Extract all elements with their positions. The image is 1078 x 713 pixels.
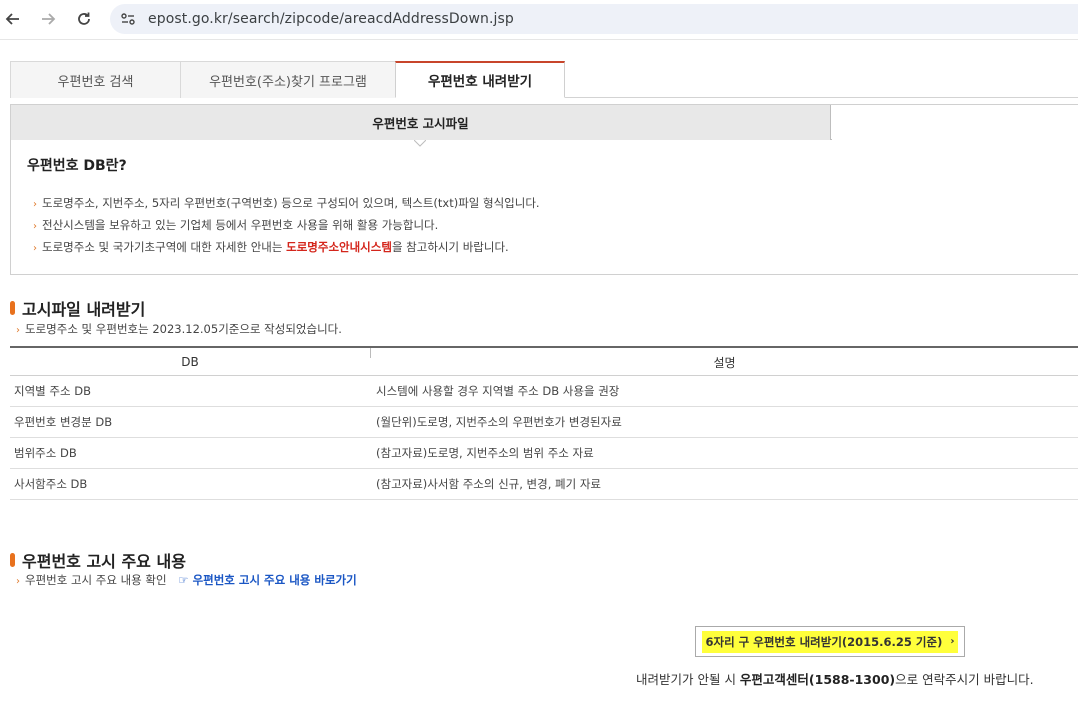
header-db: DB <box>181 355 199 369</box>
chevron-right-icon: › <box>33 243 37 254</box>
db-description: (월단위)도로명, 지번주소의 우편번호가 변경된자료 <box>376 415 622 429</box>
info-title: 우편번호 DB란? <box>27 158 127 174</box>
db-name: 지역별 주소 DB <box>14 384 91 398</box>
info-line-2: › 전산시스템을 보유하고 있는 기업체 등에서 우편번호 사용을 위해 활용 가… <box>33 217 438 233</box>
info-line-1: › 도로명주소, 지번주소, 5자리 우편번호(구역번호) 등으로 구성되어 있으… <box>33 195 540 211</box>
forward-arrow-icon[interactable] <box>37 8 59 30</box>
db-description: (참고자료)도로명, 지번주소의 범위 주소 자료 <box>376 446 594 460</box>
tab-zipcode-program[interactable]: 우편번호(주소)찾기 프로그램 <box>180 61 396 98</box>
legacy-download-label: 6자리 구 우편번호 내려받기(2015.6.25 기준) <box>705 634 943 649</box>
table-row[interactable]: 사서함주소 DB (참고자료)사서함 주소의 신규, 변경, 폐기 자료 <box>10 469 1078 500</box>
notice-heading: 우편번호 고시 주요 내용 <box>10 548 186 572</box>
subtab-notice-file[interactable]: 우편번호 고시파일 <box>11 105 831 140</box>
notice-note: › 우편번호 고시 주요 내용 확인 ☞ 우편번호 고시 주요 내용 바로가기 <box>16 572 357 588</box>
sub-tab-bar: 우편번호 고시파일 <box>11 105 1078 140</box>
road-address-system-link[interactable]: 도로명주소안내시스템 <box>286 240 392 254</box>
chevron-right-icon: › <box>16 325 20 336</box>
download-heading: 고시파일 내려받기 <box>10 296 145 320</box>
info-line-2-text: 전산시스템을 보유하고 있는 기업체 등에서 우편번호 사용을 위해 활용 가능… <box>42 218 439 232</box>
customer-center-number: 우편고객센터(1588-1300) <box>739 672 896 687</box>
table-row[interactable]: 범위주소 DB (참고자료)도로명, 지번주소의 범위 주소 자료 <box>10 438 1078 469</box>
db-table: DB 설명 지역별 주소 DB 시스템에 사용할 경우 지역별 주소 DB 사용… <box>10 346 1078 500</box>
db-description: 시스템에 사용할 경우 지역별 주소 DB 사용을 권장 <box>376 384 620 398</box>
url-text: epost.go.kr/search/zipcode/areacdAddress… <box>148 11 514 27</box>
address-bar[interactable]: epost.go.kr/search/zipcode/areacdAddress… <box>110 4 1078 34</box>
legacy-zipcode-download-button[interactable]: 6자리 구 우편번호 내려받기(2015.6.25 기준) › <box>695 626 965 657</box>
db-name: 사서함주소 DB <box>14 477 88 491</box>
browser-toolbar: epost.go.kr/search/zipcode/areacdAddress… <box>0 0 1078 40</box>
db-name: 범위주소 DB <box>14 446 77 460</box>
info-line-3: › 도로명주소 및 국가기초구역에 대한 자세한 안내는 도로명주소안내시스템을 … <box>33 239 509 255</box>
db-name: 우편번호 변경분 DB <box>14 415 113 429</box>
info-line-3-suffix: 을 참고하시기 바랍니다. <box>391 240 509 254</box>
site-settings-icon[interactable] <box>120 11 136 31</box>
chevron-right-icon: › <box>33 199 37 210</box>
heading-bullet-icon <box>10 301 15 315</box>
info-box: 우편번호 고시파일 우편번호 DB란? › 도로명주소, 지번주소, 5자리 우편… <box>10 104 1078 275</box>
table-row[interactable]: 우편번호 변경분 DB (월단위)도로명, 지번주소의 우편번호가 변경된자료 <box>10 407 1078 438</box>
tab-zipcode-download[interactable]: 우편번호 내려받기 <box>395 61 565 98</box>
contact-pre: 내려받기가 안될 시 <box>636 672 740 687</box>
header-description: 설명 <box>713 355 736 370</box>
contact-note: 내려받기가 안될 시 우편고객센터(1588-1300)으로 연락주시기 바랍니… <box>636 669 1034 688</box>
tab-zipcode-search[interactable]: 우편번호 검색 <box>10 61 181 98</box>
table-header: DB 설명 <box>10 346 1078 376</box>
chevron-right-icon: › <box>950 636 955 647</box>
notice-shortcut-link[interactable]: ☞ 우편번호 고시 주요 내용 바로가기 <box>178 573 356 587</box>
download-note-text: 도로명주소 및 우편번호는 2023.12.05기준으로 작성되었습니다. <box>25 322 342 336</box>
active-tab-pointer-icon <box>414 140 426 147</box>
chevron-right-icon: › <box>33 221 37 232</box>
contact-post: 으로 연락주시기 바랍니다. <box>895 672 1034 687</box>
back-arrow-icon[interactable] <box>2 8 24 30</box>
download-note: › 도로명주소 및 우편번호는 2023.12.05기준으로 작성되었습니다. <box>16 321 342 337</box>
db-description: (참고자료)사서함 주소의 신규, 변경, 폐기 자료 <box>376 477 601 491</box>
download-heading-text: 고시파일 내려받기 <box>22 300 146 319</box>
notice-note-text: 우편번호 고시 주요 내용 확인 <box>25 573 167 587</box>
notice-heading-text: 우편번호 고시 주요 내용 <box>22 552 186 571</box>
info-line-1-text: 도로명주소, 지번주소, 5자리 우편번호(구역번호) 등으로 구성되어 있으며… <box>42 196 540 210</box>
reload-icon[interactable] <box>73 8 95 30</box>
legacy-download-label-highlight: 6자리 구 우편번호 내려받기(2015.6.25 기준) › <box>701 630 959 653</box>
table-row[interactable]: 지역별 주소 DB 시스템에 사용할 경우 지역별 주소 DB 사용을 권장 <box>10 376 1078 407</box>
info-line-3-text: 도로명주소 및 국가기초구역에 대한 자세한 안내는 <box>42 240 287 254</box>
subtab-empty[interactable] <box>832 105 1078 140</box>
heading-bullet-icon <box>10 553 15 567</box>
main-tab-bar: 우편번호 검색 우편번호(주소)찾기 프로그램 우편번호 내려받기 <box>10 61 1078 98</box>
chevron-right-icon: › <box>16 576 20 587</box>
